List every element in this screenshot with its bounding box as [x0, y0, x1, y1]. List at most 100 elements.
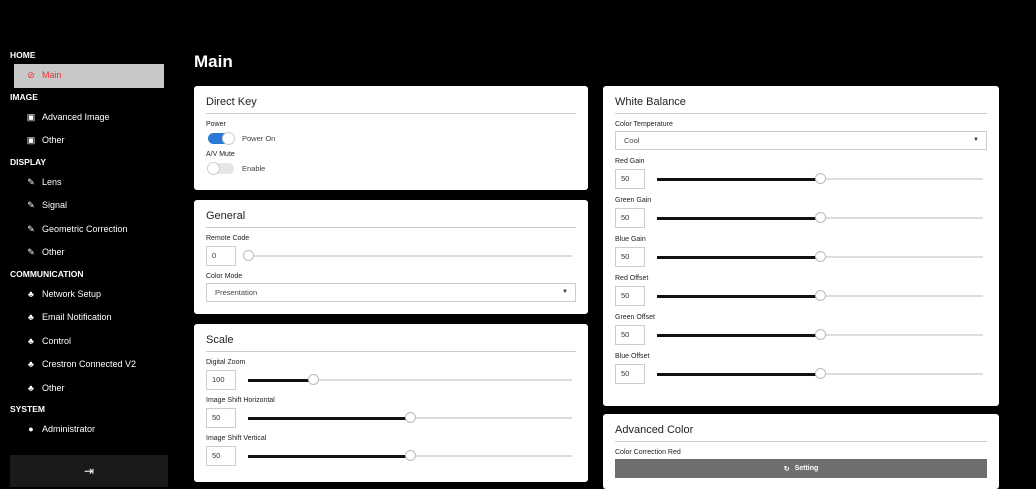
slider-thumb[interactable]: [243, 250, 254, 261]
sidebar-item-image-other[interactable]: ▣ Other: [4, 129, 164, 153]
red-offset-slider[interactable]: [657, 290, 983, 301]
sidebar-item-email-notification[interactable]: ♣ Email Notification: [4, 306, 164, 330]
hshift-input[interactable]: 50: [206, 408, 236, 428]
remote-code-label: Remote Code: [206, 235, 250, 242]
remote-code-slider[interactable]: [243, 250, 572, 261]
slider-thumb[interactable]: [815, 212, 826, 223]
wrench-icon: ✎: [27, 200, 35, 210]
sidebar-item-label: Administrator: [42, 424, 96, 434]
image-icon: ▣: [26, 111, 36, 122]
red-gain-input[interactable]: 50: [615, 169, 645, 189]
vshift-input[interactable]: 50: [206, 446, 236, 466]
color-temp-label: Color Temperature: [615, 121, 673, 128]
sidebar-item-label: Other: [42, 135, 65, 145]
slider-thumb[interactable]: [815, 251, 826, 262]
sidebar-item-comm-other[interactable]: ♣ Other: [4, 377, 164, 401]
sidebar-item-label: Geometric Correction: [42, 223, 128, 234]
slider-thumb[interactable]: [815, 368, 826, 379]
sidebar-item-display-other[interactable]: ✎ Other: [4, 241, 164, 265]
sidebar-item-label: Other: [42, 382, 65, 393]
slider-thumb[interactable]: [405, 412, 416, 423]
color-mode-select[interactable]: Presentation ▼: [206, 283, 576, 302]
section-image: IMAGE: [10, 91, 38, 102]
blue-offset-slider[interactable]: [657, 368, 983, 379]
sidebar-item-label: Control: [42, 335, 72, 346]
red-gain-row: 50: [615, 168, 987, 190]
wrench-icon: ✎: [27, 247, 35, 257]
sidebar-item-label: Lens: [42, 176, 62, 187]
refresh-icon: ↻: [783, 465, 790, 473]
digital-zoom-slider[interactable]: [248, 374, 572, 385]
advanced-color-card: Advanced Color Color Correction Red ↻ Se…: [603, 414, 999, 489]
slider-thumb[interactable]: [815, 290, 826, 301]
red-gain-slider[interactable]: [657, 173, 983, 184]
color-temp-select[interactable]: Cool ▼: [615, 131, 987, 150]
sidebar-item-control[interactable]: ♣ Control: [4, 330, 164, 354]
sidebar-item-label: Other: [42, 247, 65, 257]
sidebar-item-network-setup[interactable]: ♣ Network Setup: [4, 283, 164, 307]
slider-thumb[interactable]: [307, 374, 319, 385]
caret-down-icon: ▼: [973, 137, 979, 143]
sidebar-item-label: Main: [42, 70, 62, 80]
blue-gain-input[interactable]: 50: [615, 247, 645, 267]
logout-button[interactable]: ⇥: [10, 455, 168, 487]
network-icon: ♣: [28, 382, 34, 393]
vshift-slider[interactable]: [248, 450, 572, 461]
green-gain-slider[interactable]: [657, 212, 983, 223]
setting-button[interactable]: ↻ Setting: [615, 459, 987, 478]
sidebar-item-label: Advanced Image: [42, 111, 110, 122]
power-toggle-row: Power On: [206, 131, 576, 145]
red-offset-input[interactable]: 50: [615, 286, 645, 306]
sidebar-item-label: Signal: [42, 200, 68, 210]
slider-thumb[interactable]: [815, 329, 826, 340]
image-icon: ▣: [26, 135, 36, 145]
caret-down-icon: ▼: [562, 289, 568, 295]
card-title: Advanced Color: [615, 424, 987, 442]
power-toggle[interactable]: [208, 131, 235, 145]
blue-offset-input[interactable]: 50: [615, 364, 645, 384]
green-offset-input[interactable]: 50: [615, 325, 645, 345]
mute-toggle-text: Enable: [242, 163, 266, 173]
blue-offset-row: 50: [615, 363, 987, 385]
green-offset-row: 50: [615, 324, 987, 346]
section-home: HOME: [10, 50, 36, 60]
sidebar-item-lens[interactable]: ✎ Lens: [4, 171, 164, 195]
sidebar-item-geometric-correction[interactable]: ✎ Geometric Correction: [4, 218, 164, 242]
sidebar-item-label: Email Notification: [42, 312, 112, 322]
sidebar-item-administrator[interactable]: ● Administrator: [4, 418, 164, 442]
network-icon: ♣: [28, 335, 34, 346]
sidebar-item-label: Crestron Connected V2: [42, 359, 137, 369]
hshift-slider[interactable]: [248, 412, 572, 423]
slider-thumb[interactable]: [405, 450, 416, 461]
section-system: SYSTEM: [10, 404, 45, 414]
direct-key-card: Direct Key Power Power On A/V Mute Enabl…: [194, 86, 588, 190]
digital-zoom-label: Digital Zoom: [206, 359, 246, 366]
red-offset-label: Red Offset: [615, 275, 649, 282]
card-title: Scale: [206, 334, 576, 352]
sidebar-item-signal[interactable]: ✎ Signal: [4, 194, 164, 218]
green-gain-input[interactable]: 50: [615, 208, 645, 228]
network-icon: ♣: [28, 359, 34, 369]
remote-code-input[interactable]: 0: [206, 246, 236, 266]
setting-button-label: Setting: [794, 465, 819, 472]
sidebar-item-crestron[interactable]: ♣ Crestron Connected V2: [4, 353, 164, 377]
digital-zoom-input[interactable]: 100: [206, 370, 236, 390]
blue-gain-row: 50: [615, 246, 987, 268]
color-temp-value: Cool: [624, 136, 640, 145]
page-title: Main: [194, 52, 233, 71]
sidebar-item-main[interactable]: ⊘ Main: [14, 64, 164, 88]
mute-toggle-row: Enable: [206, 161, 576, 175]
sidebar-item-advanced-image[interactable]: ▣ Advanced Image: [4, 106, 164, 130]
network-icon: ♣: [28, 288, 34, 299]
general-card: General Remote Code 0 Color Mode Present…: [194, 200, 588, 314]
gauge-icon: ⊘: [27, 70, 35, 80]
blue-offset-label: Blue Offset: [615, 353, 650, 360]
slider-thumb[interactable]: [815, 173, 826, 184]
mute-toggle[interactable]: [207, 161, 234, 175]
card-title: White Balance: [615, 96, 987, 114]
green-offset-slider[interactable]: [657, 329, 983, 340]
color-mode-value: Presentation: [215, 288, 258, 297]
blue-gain-slider[interactable]: [657, 251, 983, 262]
vshift-row: 50: [206, 445, 576, 467]
color-mode-label: Color Mode: [206, 273, 243, 280]
